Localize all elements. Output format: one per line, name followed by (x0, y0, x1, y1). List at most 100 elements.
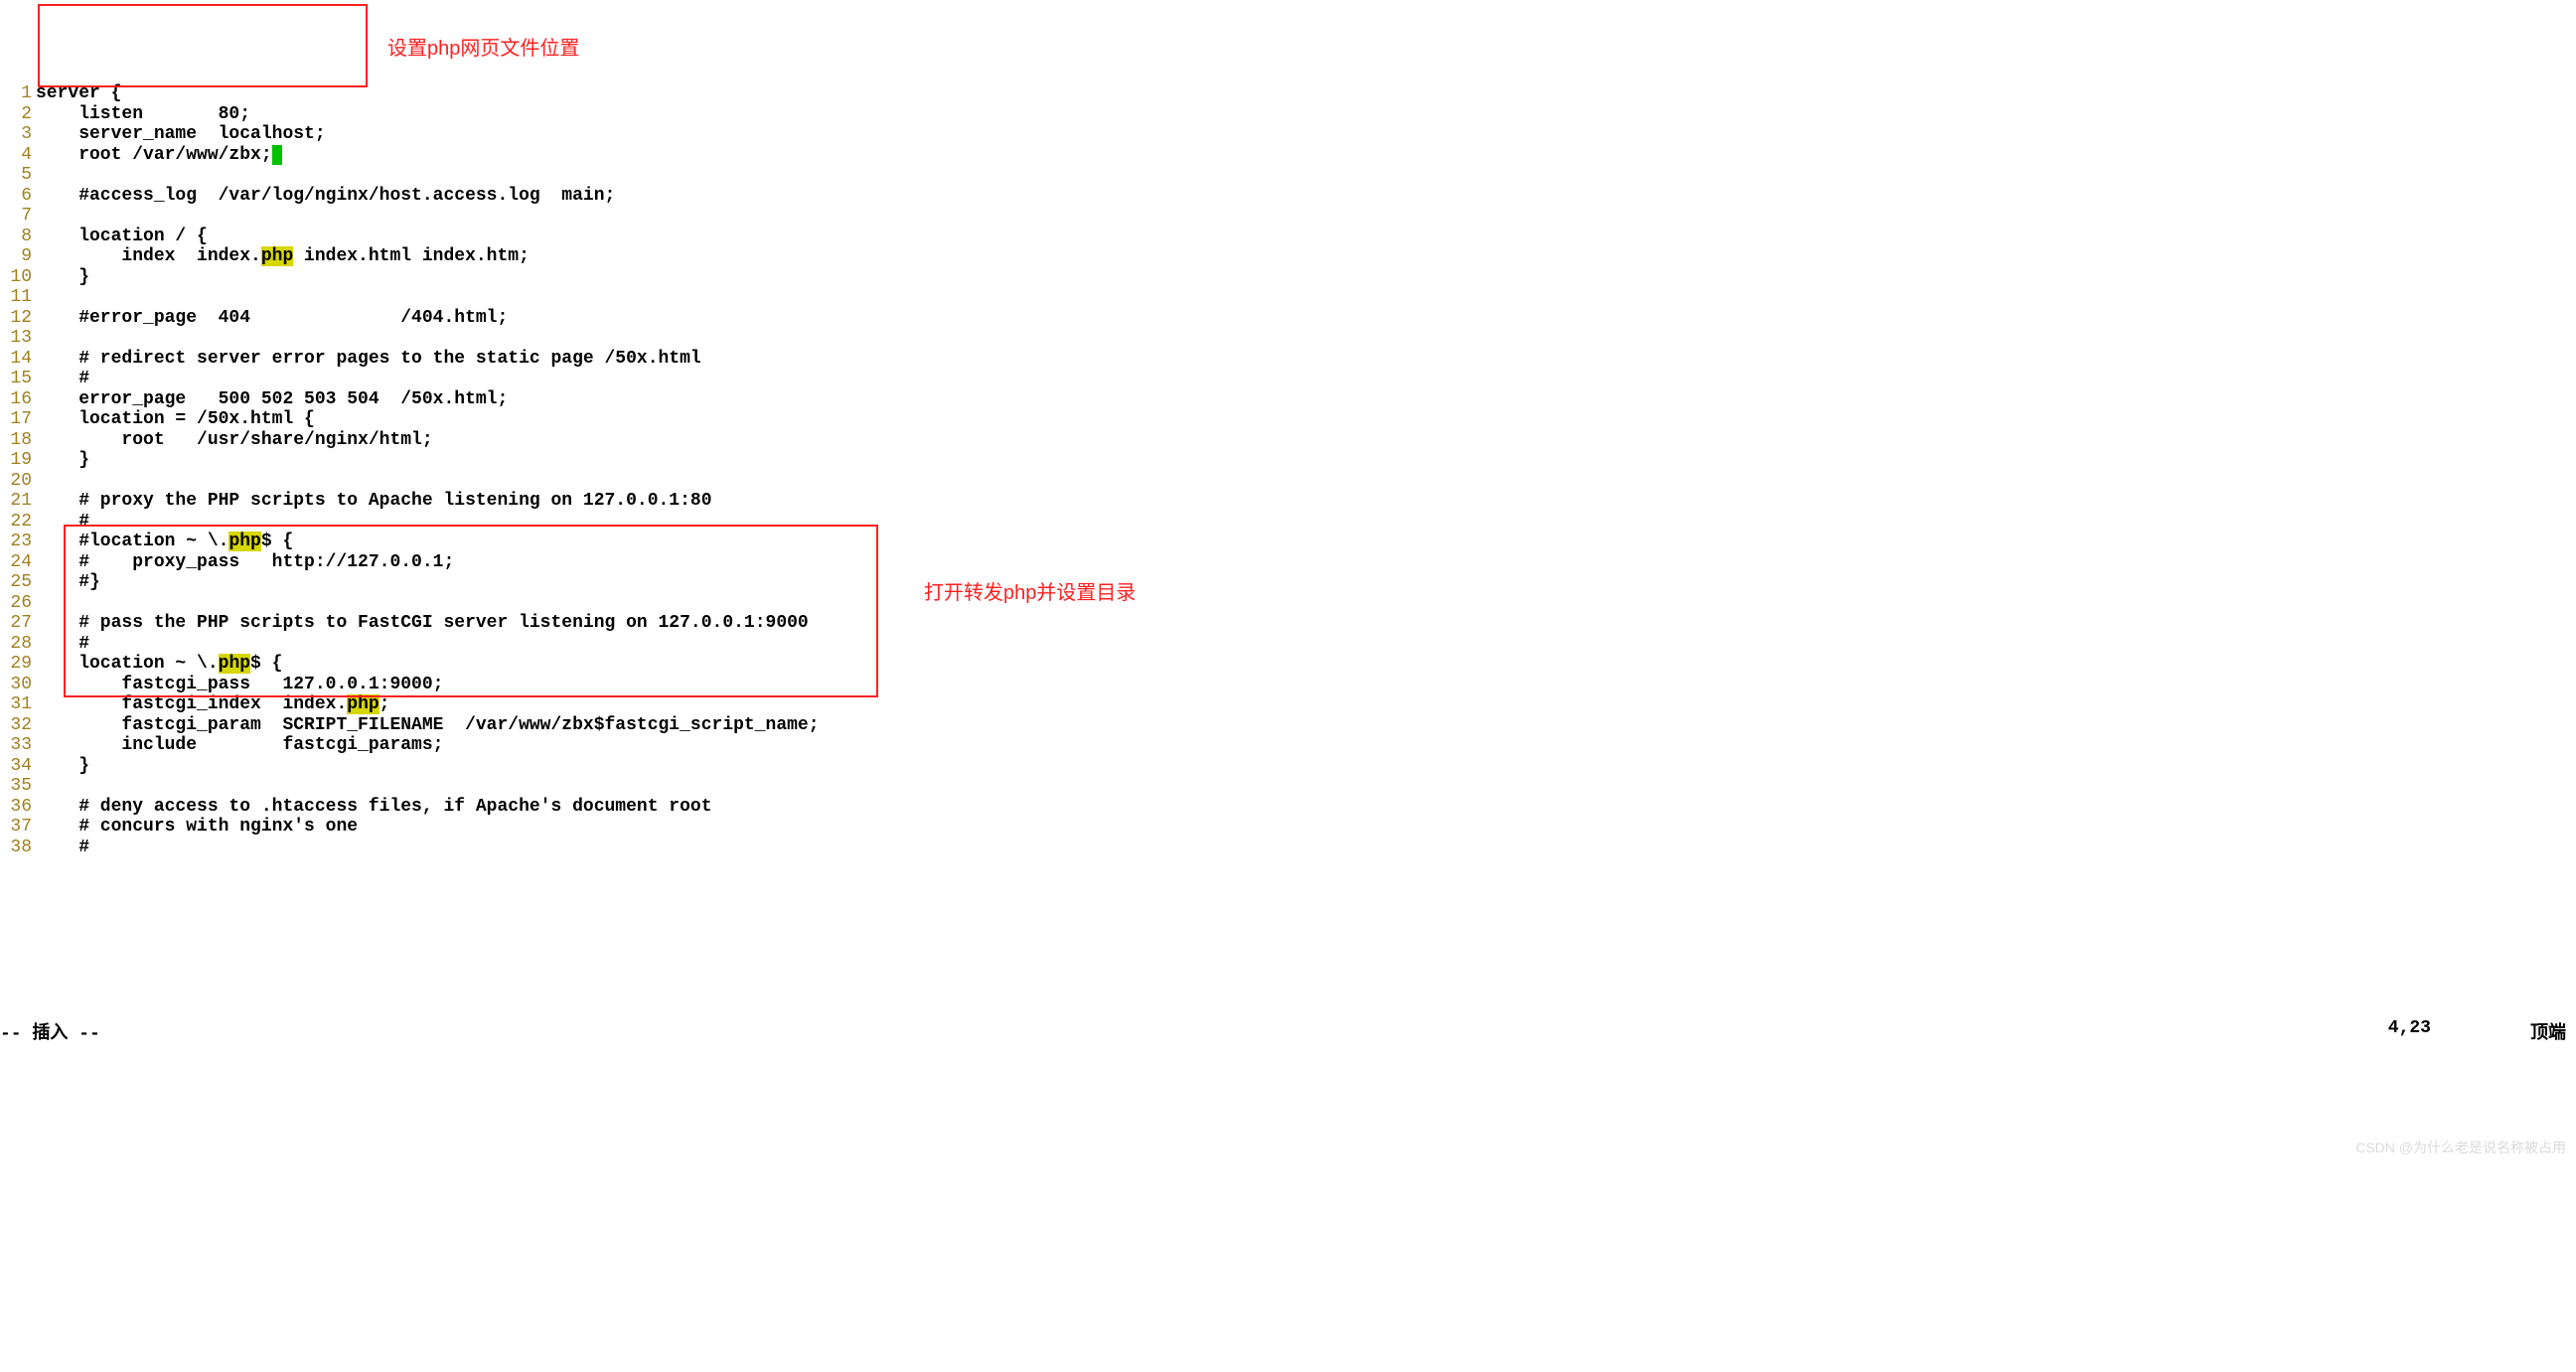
code-line[interactable]: 31 fastcgi_index index.php; (0, 694, 2576, 715)
code-text[interactable]: root /var/www/zbx; (36, 145, 282, 166)
code-text[interactable]: root /usr/share/nginx/html; (36, 430, 433, 451)
text-segment: fastcgi_pass 127.0.0.1:9000; (36, 675, 443, 694)
line-number: 2 (0, 104, 36, 125)
code-text[interactable]: index index.php index.html index.htm; (36, 246, 530, 267)
text-segment: # proxy the PHP scripts to Apache listen… (36, 491, 712, 511)
line-number: 6 (0, 186, 36, 207)
code-line[interactable]: 19 } (0, 450, 2576, 471)
code-text[interactable]: #} (36, 572, 100, 593)
cursor-position: 4,23 (2388, 1018, 2530, 1044)
line-number: 33 (0, 735, 36, 756)
line-number: 28 (0, 634, 36, 655)
code-line[interactable]: 29 location ~ \.php$ { (0, 654, 2576, 675)
text-segment: # proxy_pass http://127.0.0.1; (36, 552, 454, 572)
code-text[interactable]: # (36, 838, 89, 858)
line-number: 29 (0, 654, 36, 675)
code-line[interactable]: 12 #error_page 404 /404.html; (0, 308, 2576, 329)
code-line[interactable]: 15 # (0, 369, 2576, 389)
code-text[interactable]: # proxy the PHP scripts to Apache listen… (36, 491, 712, 512)
code-line[interactable]: 13 (0, 328, 2576, 349)
code-text[interactable]: # pass the PHP scripts to FastCGI server… (36, 613, 809, 634)
code-line[interactable]: 34 } (0, 756, 2576, 777)
code-line[interactable]: 22 # (0, 512, 2576, 533)
code-line[interactable]: 23 #location ~ \.php$ { (0, 532, 2576, 552)
code-text[interactable]: # concurs with nginx's one (36, 817, 358, 838)
code-text[interactable]: location / { (36, 227, 208, 247)
code-text[interactable]: #location ~ \.php$ { (36, 532, 293, 552)
code-text[interactable]: listen 80; (36, 104, 250, 125)
code-line[interactable]: 36 # deny access to .htaccess files, if … (0, 797, 2576, 818)
line-number: 21 (0, 491, 36, 512)
line-number: 11 (0, 287, 36, 308)
search-highlight: php (228, 532, 260, 551)
code-line[interactable]: 7 (0, 206, 2576, 227)
code-line[interactable]: 3 server_name localhost; (0, 124, 2576, 145)
code-text[interactable]: # redirect server error pages to the sta… (36, 349, 701, 370)
code-text[interactable]: #access_log /var/log/nginx/host.access.l… (36, 186, 615, 207)
text-segment: ; (379, 694, 390, 714)
code-text[interactable]: fastcgi_param SCRIPT_FILENAME /var/www/z… (36, 715, 820, 736)
code-text[interactable]: location ~ \.php$ { (36, 654, 282, 675)
code-line[interactable]: 6 #access_log /var/log/nginx/host.access… (0, 186, 2576, 207)
code-line[interactable]: 17 location = /50x.html { (0, 409, 2576, 430)
code-line[interactable]: 24 # proxy_pass http://127.0.0.1; (0, 552, 2576, 573)
code-text[interactable]: include fastcgi_params; (36, 735, 443, 756)
code-text[interactable]: # (36, 369, 89, 389)
code-line[interactable]: 26 (0, 593, 2576, 614)
code-line[interactable]: 2 listen 80; (0, 104, 2576, 125)
code-line[interactable]: 25 #} (0, 572, 2576, 593)
text-segment: # (36, 369, 89, 388)
code-line[interactable]: 27 # pass the PHP scripts to FastCGI ser… (0, 613, 2576, 634)
code-line[interactable]: 20 (0, 471, 2576, 492)
code-text[interactable]: # (36, 512, 89, 533)
text-segment: fastcgi_index index. (36, 694, 347, 714)
text-segment: root /usr/share/nginx/html; (36, 430, 433, 450)
code-text[interactable]: # proxy_pass http://127.0.0.1; (36, 552, 454, 573)
code-text[interactable]: # deny access to .htaccess files, if Apa… (36, 797, 712, 818)
code-line[interactable]: 21 # proxy the PHP scripts to Apache lis… (0, 491, 2576, 512)
line-number: 9 (0, 246, 36, 267)
line-number: 35 (0, 776, 36, 797)
cursor (272, 145, 283, 165)
code-text[interactable]: fastcgi_index index.php; (36, 694, 389, 715)
line-number: 22 (0, 512, 36, 533)
code-line[interactable]: 16 error_page 500 502 503 504 /50x.html; (0, 389, 2576, 410)
code-text[interactable]: } (36, 756, 89, 777)
code-line[interactable]: 1server { (0, 83, 2576, 104)
code-line[interactable]: 33 include fastcgi_params; (0, 735, 2576, 756)
code-text[interactable]: server { (36, 83, 121, 104)
scroll-indicator: 顶端 (2530, 1018, 2576, 1044)
code-line[interactable]: 32 fastcgi_param SCRIPT_FILENAME /var/ww… (0, 715, 2576, 736)
code-line[interactable]: 37 # concurs with nginx's one (0, 817, 2576, 838)
text-segment: location / { (36, 227, 208, 246)
code-text[interactable]: server_name localhost; (36, 124, 326, 145)
text-segment: $ { (250, 654, 282, 674)
code-line[interactable]: 9 index index.php index.html index.htm; (0, 246, 2576, 267)
text-segment: # redirect server error pages to the sta… (36, 349, 701, 369)
editor-container[interactable]: 1server {2 listen 80;3 server_name local… (0, 83, 2576, 857)
line-number: 4 (0, 145, 36, 166)
code-text[interactable]: # (36, 634, 89, 655)
code-line[interactable]: 28 # (0, 634, 2576, 655)
code-line[interactable]: 30 fastcgi_pass 127.0.0.1:9000; (0, 675, 2576, 695)
code-text[interactable]: fastcgi_pass 127.0.0.1:9000; (36, 675, 443, 695)
code-text[interactable]: location = /50x.html { (36, 409, 315, 430)
code-text[interactable]: } (36, 267, 89, 288)
code-line[interactable]: 5 (0, 165, 2576, 186)
code-line[interactable]: 11 (0, 287, 2576, 308)
code-line[interactable]: 8 location / { (0, 227, 2576, 247)
code-line[interactable]: 10 } (0, 267, 2576, 288)
text-segment: # deny access to .htaccess files, if Apa… (36, 797, 712, 817)
code-line[interactable]: 14 # redirect server error pages to the … (0, 349, 2576, 370)
code-text[interactable]: error_page 500 502 503 504 /50x.html; (36, 389, 508, 410)
text-segment: #error_page 404 /404.html; (36, 308, 508, 328)
code-line[interactable]: 38 # (0, 838, 2576, 858)
watermark: CSDN @为什么老是说名称被占用 (2355, 1138, 2566, 1157)
code-text[interactable]: #error_page 404 /404.html; (36, 308, 508, 329)
code-line[interactable]: 18 root /usr/share/nginx/html; (0, 430, 2576, 451)
status-spacer (100, 1018, 2388, 1044)
code-text[interactable]: } (36, 450, 89, 471)
code-line[interactable]: 35 (0, 776, 2576, 797)
code-line[interactable]: 4 root /var/www/zbx; (0, 145, 2576, 166)
line-number: 7 (0, 206, 36, 227)
